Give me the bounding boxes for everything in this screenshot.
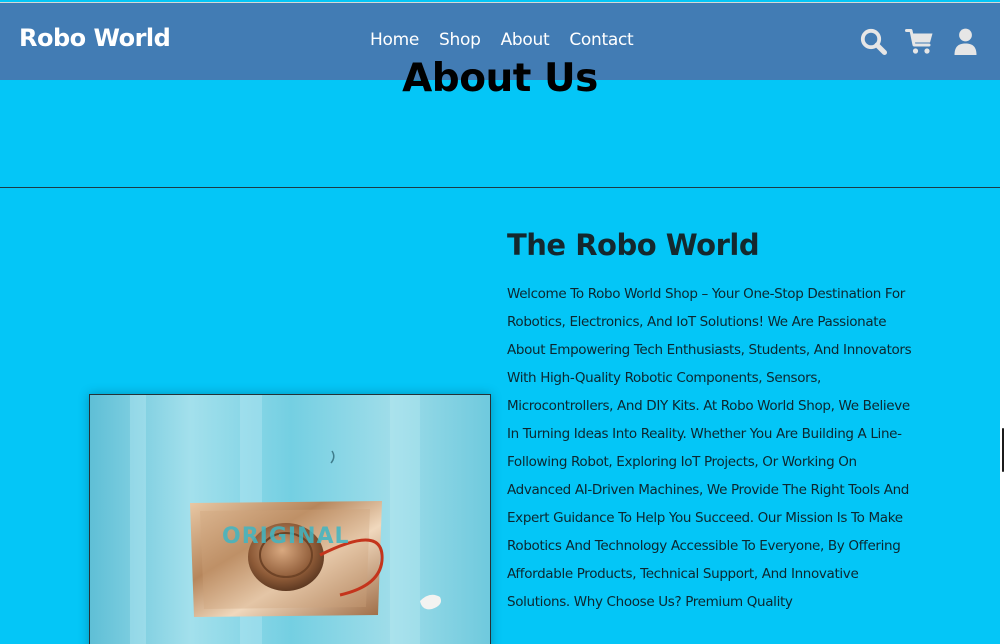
page-title: About Us bbox=[0, 56, 1000, 101]
nav-contact-link[interactable]: Contact bbox=[569, 30, 633, 50]
product-image: ORIGINAL bbox=[89, 394, 491, 644]
product-photo: ORIGINAL bbox=[90, 395, 490, 644]
brand-logo[interactable]: Robo World bbox=[19, 24, 171, 52]
about-page: Robo World Home Shop About Contact About… bbox=[0, 0, 1000, 644]
nav-about-link[interactable]: About bbox=[501, 30, 550, 50]
window-edge bbox=[1000, 0, 1004, 644]
user-icon[interactable] bbox=[951, 27, 980, 56]
header-actions bbox=[859, 27, 980, 56]
cart-icon[interactable] bbox=[905, 27, 934, 56]
search-icon[interactable] bbox=[859, 27, 888, 56]
section-title: The Robo World bbox=[507, 228, 760, 262]
about-description: Welcome To Robo World Shop – Your One-St… bbox=[507, 286, 912, 610]
main-nav: Home Shop About Contact bbox=[370, 30, 634, 50]
label-text: ORIGINAL bbox=[222, 524, 350, 549]
page-title-text: About Us bbox=[402, 56, 598, 101]
section-divider bbox=[0, 187, 1000, 188]
nav-shop-link[interactable]: Shop bbox=[439, 30, 481, 50]
nav-home-link[interactable]: Home bbox=[370, 30, 419, 50]
